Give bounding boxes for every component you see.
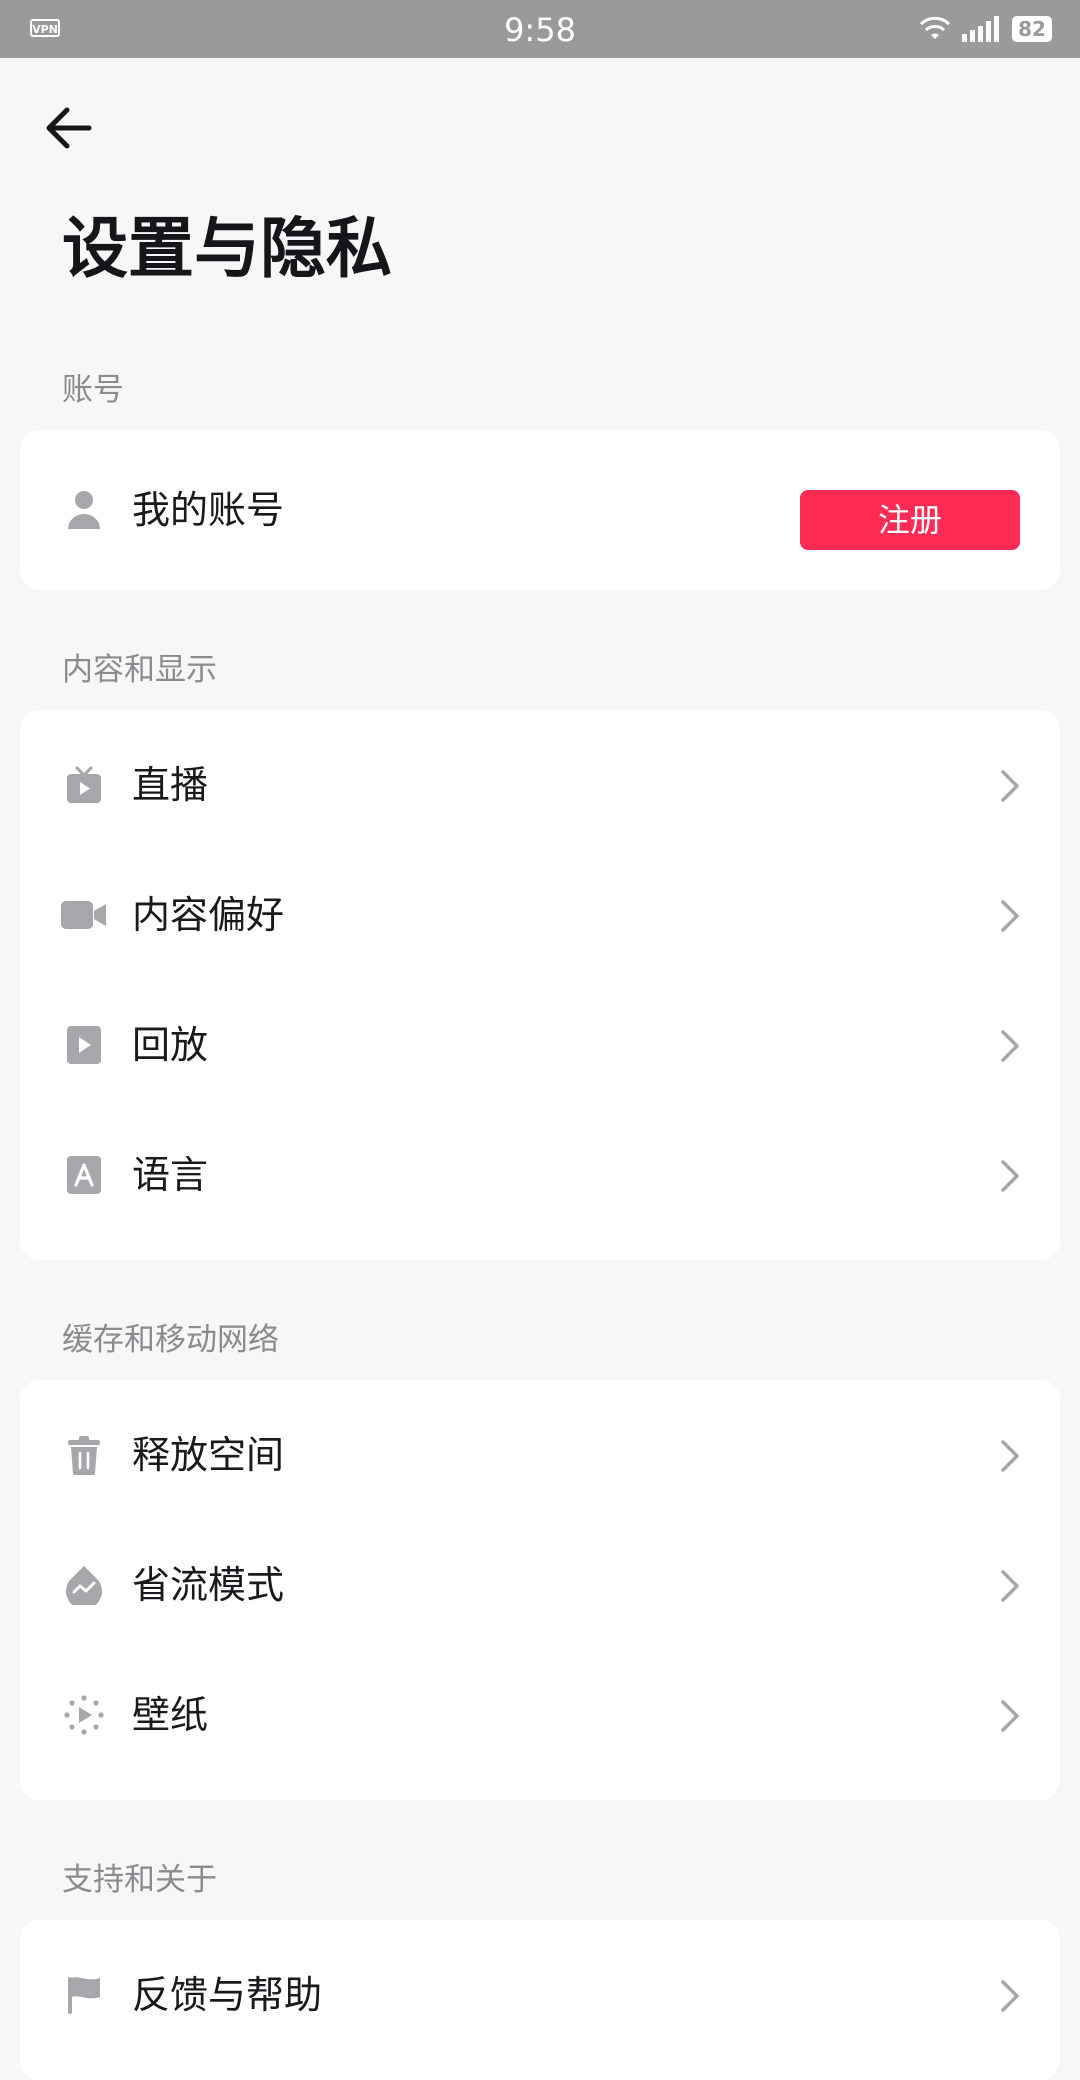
chevron-right-icon xyxy=(1001,900,1019,932)
person-icon xyxy=(60,486,108,534)
status-time: 9:58 xyxy=(504,11,576,49)
chevron-right-icon xyxy=(1001,770,1019,802)
chevron-right-icon xyxy=(1001,1440,1019,1472)
row-label: 直播 xyxy=(132,763,209,807)
row-label: 反馈与帮助 xyxy=(132,1973,323,2017)
section-label-account: 账号 xyxy=(62,372,124,408)
row-label: 壁纸 xyxy=(132,1693,209,1737)
row-free-space[interactable]: 释放空间 xyxy=(20,1390,1060,1520)
tv-icon xyxy=(60,761,108,809)
language-a-icon xyxy=(60,1151,108,1199)
signal-icon xyxy=(962,16,999,42)
back-button[interactable] xyxy=(36,96,100,160)
wifi-icon xyxy=(920,17,950,39)
chevron-right-icon xyxy=(1001,1980,1019,2012)
row-label: 回放 xyxy=(132,1023,209,1067)
register-button[interactable]: 注册 xyxy=(800,490,1020,550)
arrow-left-icon xyxy=(46,107,92,149)
chevron-right-icon xyxy=(1001,1030,1019,1062)
section-label-support-about: 支持和关于 xyxy=(62,1862,217,1898)
flag-icon xyxy=(60,1971,108,2019)
cache-network-card: 释放空间 省流模式 壁纸 xyxy=(20,1380,1060,1800)
data-saver-drop-icon xyxy=(60,1561,108,1609)
page-title: 设置与隐私 xyxy=(62,210,392,287)
chevron-right-icon xyxy=(1001,1160,1019,1192)
account-card: 我的账号 注册 xyxy=(20,430,1060,590)
row-replay[interactable]: 回放 xyxy=(20,980,1060,1110)
row-label: 省流模式 xyxy=(132,1563,285,1607)
row-label: 我的账号 xyxy=(132,488,285,532)
section-label-content-display: 内容和显示 xyxy=(62,652,217,688)
status-bar: VPN 9:58 82 xyxy=(0,0,1080,58)
row-feedback-help[interactable]: 反馈与帮助 xyxy=(20,1930,1060,2060)
play-square-icon xyxy=(60,1021,108,1069)
row-wallpaper[interactable]: 壁纸 xyxy=(20,1650,1060,1780)
row-label: 语言 xyxy=(132,1153,209,1197)
chevron-right-icon xyxy=(1001,1570,1019,1602)
status-icons: 82 xyxy=(920,12,1052,46)
row-my-account[interactable]: 我的账号 注册 xyxy=(20,445,1060,575)
chevron-right-icon xyxy=(1001,1700,1019,1732)
trash-icon xyxy=(60,1431,108,1479)
content-display-card: 直播 内容偏好 回放 语言 xyxy=(20,710,1060,1260)
section-label-cache-network: 缓存和移动网络 xyxy=(62,1322,279,1358)
row-label: 内容偏好 xyxy=(132,893,285,937)
battery-indicator: 82 xyxy=(1012,16,1052,42)
row-data-saver[interactable]: 省流模式 xyxy=(20,1520,1060,1650)
video-camera-icon xyxy=(60,891,108,939)
row-label: 释放空间 xyxy=(132,1433,285,1477)
support-about-card: 反馈与帮助 xyxy=(20,1920,1060,2080)
row-live[interactable]: 直播 xyxy=(20,720,1060,850)
wallpaper-play-icon xyxy=(60,1691,108,1739)
row-language[interactable]: 语言 xyxy=(20,1110,1060,1240)
row-content-preferences[interactable]: 内容偏好 xyxy=(20,850,1060,980)
